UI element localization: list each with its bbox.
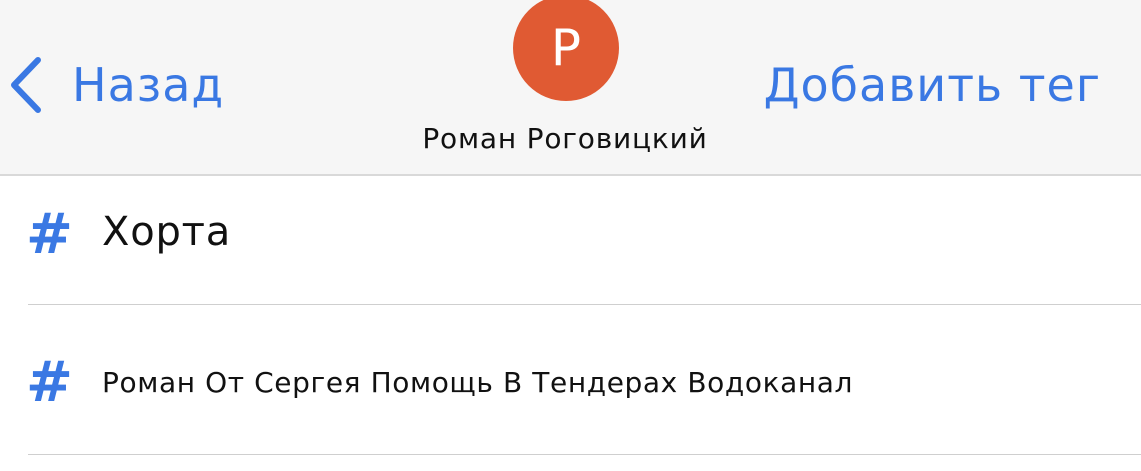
contact-name: Роман Роговицкий — [422, 122, 708, 155]
chevron-left-icon — [11, 57, 41, 113]
hash-icon: # — [26, 350, 73, 415]
avatar-initial: Р — [550, 19, 582, 77]
tag-label: Роман От Сергея Помощь В Тендерах Водока… — [102, 366, 853, 399]
back-button[interactable]: Назад — [0, 40, 240, 130]
list-item[interactable]: # Хорта — [0, 155, 1141, 305]
divider — [28, 454, 1141, 455]
avatar[interactable]: Р — [513, 0, 619, 101]
hash-icon: # — [26, 202, 73, 267]
add-tag-button[interactable]: Добавить тег — [764, 60, 1101, 110]
list-item[interactable]: # Роман От Сергея Помощь В Тендерах Водо… — [0, 305, 1141, 455]
back-button-label: Назад — [72, 58, 225, 112]
navigation-bar: Назад Р Роман Роговицкий Добавить тег — [0, 0, 1141, 176]
tag-label: Хорта — [102, 209, 232, 255]
